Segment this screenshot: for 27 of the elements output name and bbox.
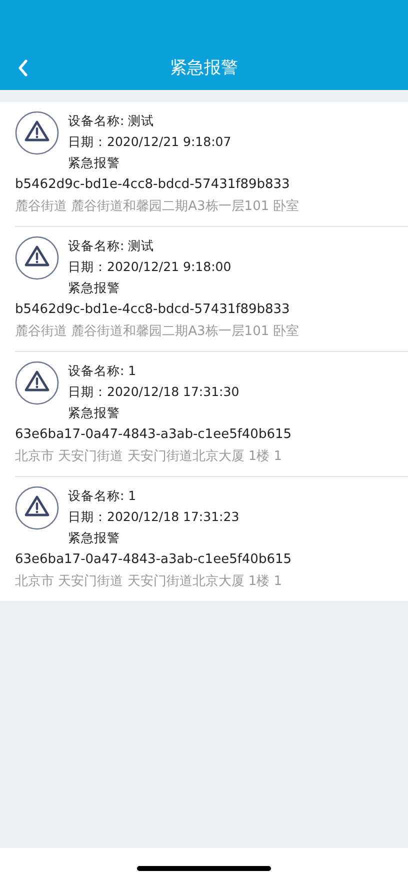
warning-icon: [15, 111, 59, 155]
alarm-type: 紧急报警: [68, 529, 121, 547]
warning-icon: [15, 236, 59, 280]
device-address: 麓谷街道 麓谷街道和馨园二期A3栋一层101 卧室: [15, 323, 300, 341]
alarm-type: 紧急报警: [68, 154, 121, 172]
alarm-date: 日期：2020/12/21 9:18:07: [68, 133, 232, 151]
home-indicator[interactable]: [137, 866, 271, 870]
alarm-type: 紧急报警: [68, 279, 121, 297]
device-name: 设备名称: 1: [68, 487, 138, 505]
warning-icon: [15, 486, 59, 530]
device-id: b5462d9c-bd1e-4cc8-bdcd-57431f89b833: [15, 301, 291, 319]
back-icon[interactable]: [17, 59, 29, 77]
alarm-date: 日期：2020/12/18 17:31:30: [68, 383, 240, 401]
warning-icon: [15, 361, 59, 405]
device-address: 麓谷街道 麓谷街道和馨园二期A3栋一层101 卧室: [15, 198, 300, 216]
device-id: 63e6ba17-0a47-4843-a3ab-c1ee5f40b615: [15, 551, 293, 569]
device-name: 设备名称: 1: [68, 362, 138, 380]
alarm-date: 日期：2020/12/21 9:18:00: [68, 258, 232, 276]
device-id: b5462d9c-bd1e-4cc8-bdcd-57431f89b833: [15, 176, 291, 194]
page-title: 紧急报警: [170, 57, 238, 80]
device-name: 设备名称: 测试: [68, 237, 156, 255]
device-name: 设备名称: 测试: [68, 112, 156, 130]
device-address: 北京市 天安门街道 天安门街道北京大厦 1楼 1: [15, 448, 284, 466]
alarm-type: 紧急报警: [68, 404, 121, 422]
device-address: 北京市 天安门街道 天安门街道北京大厦 1楼 1: [15, 573, 284, 591]
alarm-date: 日期：2020/12/18 17:31:23: [68, 508, 240, 526]
device-id: 63e6ba17-0a47-4843-a3ab-c1ee5f40b615: [15, 426, 293, 444]
